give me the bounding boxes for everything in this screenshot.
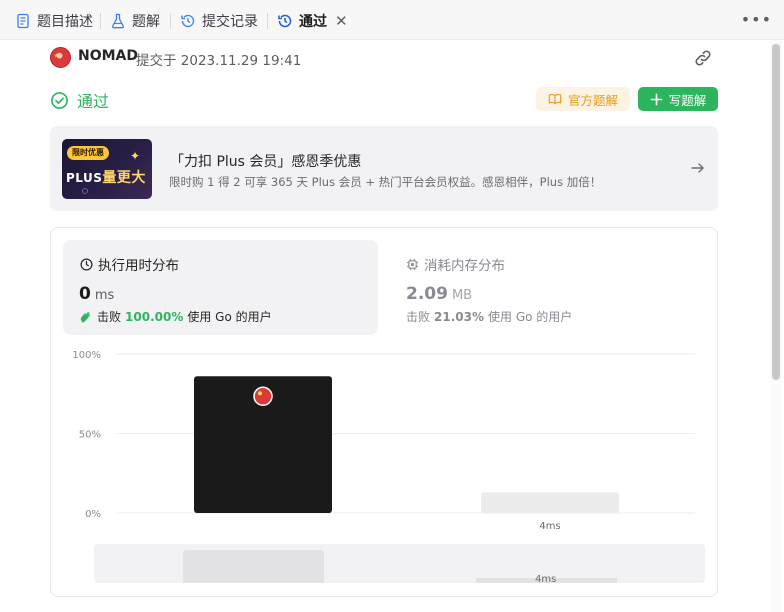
status-label: 通过: [77, 92, 110, 111]
memory-label[interactable]: 消耗内存分布: [406, 254, 505, 274]
plus-promo-banner[interactable]: 限时优惠 PLUS量更大 ✦: [50, 126, 718, 211]
book-icon: [548, 94, 562, 104]
beat-suffix: 使用 Go 的用户: [488, 310, 573, 324]
runtime-number: 0: [79, 284, 91, 304]
memory-number: 2.09: [406, 284, 448, 304]
arrow-right-icon[interactable]: [690, 160, 706, 176]
link-icon[interactable]: [693, 48, 713, 68]
avatar[interactable]: [50, 47, 71, 68]
promo-plus-text: PLUS: [66, 171, 103, 185]
tab-accepted[interactable]: 通过 ✕: [277, 10, 348, 32]
beat-prefix: 击败: [97, 310, 122, 324]
memory-beat-percent: 21.03%: [434, 310, 484, 324]
beat-prefix: 击败: [406, 310, 431, 324]
beat-suffix: 使用 Go 的用户: [187, 310, 272, 324]
memory-unit: MB: [451, 288, 473, 303]
accepted-status: 通过: [50, 88, 109, 112]
write-solution-button[interactable]: 写题解: [638, 87, 718, 111]
decorative-circle: [82, 188, 88, 194]
tab-divider: [100, 13, 101, 29]
chip-icon: [406, 258, 419, 270]
promo-image-caption: 量更大: [102, 170, 146, 186]
overview-tick-label: 4ms: [535, 574, 557, 585]
tab-label: 提交记录: [202, 14, 258, 30]
memory-value: 2.09 MB: [406, 284, 472, 304]
runtime-label: 执行用时分布: [80, 254, 179, 274]
runtime-value: 0 ms: [79, 284, 114, 304]
promo-title: 「力扣 Plus 会员」感恩季优惠: [170, 154, 362, 170]
promo-image: 限时优惠 PLUS量更大 ✦: [62, 139, 152, 199]
tab-submissions[interactable]: 提交记录: [180, 10, 258, 32]
scrollbar-thumb[interactable]: [772, 44, 780, 380]
submitted-time: 提交于 2023.11.29 19:41: [136, 53, 302, 69]
tab-bar: 题目描述 题解 提交记录 通过 ✕ •••: [0, 0, 784, 40]
document-icon: [17, 13, 29, 29]
tab-divider: [170, 13, 171, 29]
official-solution-button[interactable]: 官方题解: [536, 87, 630, 111]
tab-label: 通过: [299, 14, 327, 30]
runtime-beat-percent: 100.00%: [125, 309, 184, 324]
runtime-beats: 击败 100.00% 使用 Go 的用户: [79, 308, 272, 325]
tab-solutions[interactable]: 题解: [110, 10, 160, 32]
promo-badge: 限时优惠: [67, 146, 109, 160]
memory-beats: 击败 21.03% 使用 Go 的用户: [406, 308, 572, 325]
flask-icon: [112, 13, 124, 29]
tab-label: 题解: [132, 14, 160, 30]
memory-label-text: 消耗内存分布: [424, 258, 505, 274]
promo-image-text: PLUS量更大: [66, 167, 146, 187]
button-label: 写题解: [668, 92, 707, 108]
history-icon: [278, 14, 292, 28]
runtime-unit: ms: [94, 288, 115, 303]
tab-divider: [267, 13, 268, 29]
username[interactable]: NOMAD: [78, 48, 138, 64]
button-label: 官方题解: [567, 92, 618, 108]
history-icon: [181, 14, 195, 28]
chart-overview-slider[interactable]: [94, 544, 705, 583]
tab-description[interactable]: 题目描述: [15, 10, 93, 32]
promo-subtitle: 限时购 1 得 2 可享 365 天 Plus 会员 + 热门平台会员权益。感恩…: [169, 175, 602, 189]
close-icon[interactable]: ✕: [335, 12, 348, 30]
clap-icon: [80, 311, 90, 322]
tab-label: 题目描述: [37, 14, 93, 30]
runtime-label-text: 执行用时分布: [98, 258, 179, 274]
sparkle-icon: ✦: [130, 149, 141, 163]
plus-icon: [650, 93, 663, 105]
clock-icon: [80, 258, 93, 270]
check-circle-icon: [51, 91, 68, 109]
overview-bar: [183, 550, 324, 583]
more-options-icon[interactable]: •••: [741, 10, 772, 29]
